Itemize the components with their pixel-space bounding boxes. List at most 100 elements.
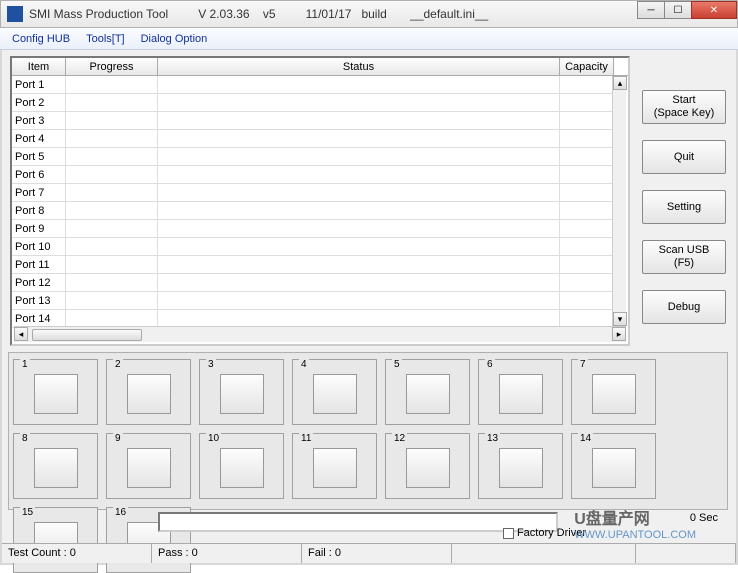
menu-bar: Config HUB Tools[T] Dialog Option bbox=[0, 28, 738, 50]
port-button-9[interactable] bbox=[127, 448, 171, 488]
cell-item: Port 9 bbox=[12, 220, 66, 238]
cell-status bbox=[158, 130, 560, 148]
port-button-6[interactable] bbox=[499, 374, 543, 414]
cell-progress bbox=[66, 148, 158, 166]
cell-status bbox=[158, 184, 560, 202]
port-number-label: 5 bbox=[392, 359, 402, 370]
cell-status bbox=[158, 256, 560, 274]
port-frame-12: 12 bbox=[385, 433, 470, 499]
menu-tools[interactable]: Tools[T] bbox=[78, 31, 133, 47]
port-frame-5: 5 bbox=[385, 359, 470, 425]
scroll-right-icon[interactable]: ▸ bbox=[612, 327, 626, 341]
cell-capacity bbox=[560, 148, 614, 166]
close-button[interactable]: ✕ bbox=[691, 1, 737, 19]
port-button-2[interactable] bbox=[127, 374, 171, 414]
port-button-13[interactable] bbox=[499, 448, 543, 488]
port-frame-2: 2 bbox=[106, 359, 191, 425]
scroll-left-icon[interactable]: ◂ bbox=[14, 327, 28, 341]
cell-status bbox=[158, 292, 560, 310]
cell-progress bbox=[66, 130, 158, 148]
cell-item: Port 5 bbox=[12, 148, 66, 166]
port-button-14[interactable] bbox=[592, 448, 636, 488]
cell-capacity bbox=[560, 94, 614, 112]
cell-status bbox=[158, 238, 560, 256]
scroll-up-icon[interactable]: ▴ bbox=[613, 76, 627, 90]
cell-item: Port 12 bbox=[12, 274, 66, 292]
cell-progress bbox=[66, 112, 158, 130]
status-fail: Fail : 0 bbox=[302, 544, 452, 563]
cell-status bbox=[158, 148, 560, 166]
port-button-11[interactable] bbox=[313, 448, 357, 488]
maximize-button[interactable]: ☐ bbox=[664, 1, 692, 19]
title-bar: SMI Mass Production Tool V 2.03.36 v5 11… bbox=[0, 0, 738, 28]
scroll-down-icon[interactable]: ▾ bbox=[613, 312, 627, 326]
factory-driver-checkbox[interactable]: Factory Driver bbox=[503, 527, 586, 539]
cell-capacity bbox=[560, 256, 614, 274]
table-row[interactable]: Port 1 bbox=[12, 76, 628, 94]
grid-vertical-scrollbar[interactable]: ▴ ▾ bbox=[612, 76, 626, 326]
cell-item: Port 13 bbox=[12, 292, 66, 310]
cell-item: Port 8 bbox=[12, 202, 66, 220]
port-frame-6: 6 bbox=[478, 359, 563, 425]
table-row[interactable]: Port 13 bbox=[12, 292, 628, 310]
table-row[interactable]: Port 9 bbox=[12, 220, 628, 238]
port-frame-11: 11 bbox=[292, 433, 377, 499]
scroll-thumb[interactable] bbox=[32, 329, 142, 341]
start-button[interactable]: Start (Space Key) bbox=[642, 90, 726, 124]
cell-item: Port 11 bbox=[12, 256, 66, 274]
cell-item: Port 6 bbox=[12, 166, 66, 184]
setting-button[interactable]: Setting bbox=[642, 190, 726, 224]
port-number-label: 2 bbox=[113, 359, 123, 370]
cell-capacity bbox=[560, 112, 614, 130]
cell-status bbox=[158, 220, 560, 238]
col-capacity[interactable]: Capacity bbox=[560, 58, 614, 75]
port-number-label: 6 bbox=[485, 359, 495, 370]
cell-capacity bbox=[560, 202, 614, 220]
port-button-1[interactable] bbox=[34, 374, 78, 414]
table-row[interactable]: Port 7 bbox=[12, 184, 628, 202]
table-row[interactable]: Port 11 bbox=[12, 256, 628, 274]
debug-button[interactable]: Debug bbox=[642, 290, 726, 324]
port-frame-8: 8 bbox=[13, 433, 98, 499]
cell-progress bbox=[66, 184, 158, 202]
port-button-7[interactable] bbox=[592, 374, 636, 414]
port-button-5[interactable] bbox=[406, 374, 450, 414]
cell-capacity bbox=[560, 130, 614, 148]
port-button-10[interactable] bbox=[220, 448, 264, 488]
col-item[interactable]: Item bbox=[12, 58, 66, 75]
port-button-8[interactable] bbox=[34, 448, 78, 488]
port-frame-7: 7 bbox=[571, 359, 656, 425]
cell-item: Port 3 bbox=[12, 112, 66, 130]
cell-progress bbox=[66, 292, 158, 310]
table-row[interactable]: Port 6 bbox=[12, 166, 628, 184]
port-number-label: 8 bbox=[20, 433, 30, 444]
table-row[interactable]: Port 8 bbox=[12, 202, 628, 220]
table-row[interactable]: Port 12 bbox=[12, 274, 628, 292]
cell-progress bbox=[66, 274, 158, 292]
table-row[interactable]: Port 4 bbox=[12, 130, 628, 148]
port-number-label: 4 bbox=[299, 359, 309, 370]
cell-progress bbox=[66, 220, 158, 238]
table-row[interactable]: Port 5 bbox=[12, 148, 628, 166]
scan-usb-button[interactable]: Scan USB (F5) bbox=[642, 240, 726, 274]
port-frame-13: 13 bbox=[478, 433, 563, 499]
table-row[interactable]: Port 2 bbox=[12, 94, 628, 112]
menu-dialog-option[interactable]: Dialog Option bbox=[133, 31, 216, 47]
cell-progress bbox=[66, 166, 158, 184]
col-progress[interactable]: Progress bbox=[66, 58, 158, 75]
grid-horizontal-scrollbar[interactable]: ◂ ▸ bbox=[14, 326, 626, 342]
port-button-4[interactable] bbox=[313, 374, 357, 414]
cell-status bbox=[158, 274, 560, 292]
timer-label: 0 Sec bbox=[690, 512, 718, 524]
port-number-label: 12 bbox=[392, 433, 407, 444]
col-status[interactable]: Status bbox=[158, 58, 560, 75]
table-row[interactable]: Port 3 bbox=[12, 112, 628, 130]
quit-button[interactable]: Quit bbox=[642, 140, 726, 174]
cell-item: Port 7 bbox=[12, 184, 66, 202]
cell-progress bbox=[66, 256, 158, 274]
table-row[interactable]: Port 10 bbox=[12, 238, 628, 256]
minimize-button[interactable]: ─ bbox=[637, 1, 665, 19]
port-button-12[interactable] bbox=[406, 448, 450, 488]
menu-config-hub[interactable]: Config HUB bbox=[4, 31, 78, 47]
port-button-3[interactable] bbox=[220, 374, 264, 414]
